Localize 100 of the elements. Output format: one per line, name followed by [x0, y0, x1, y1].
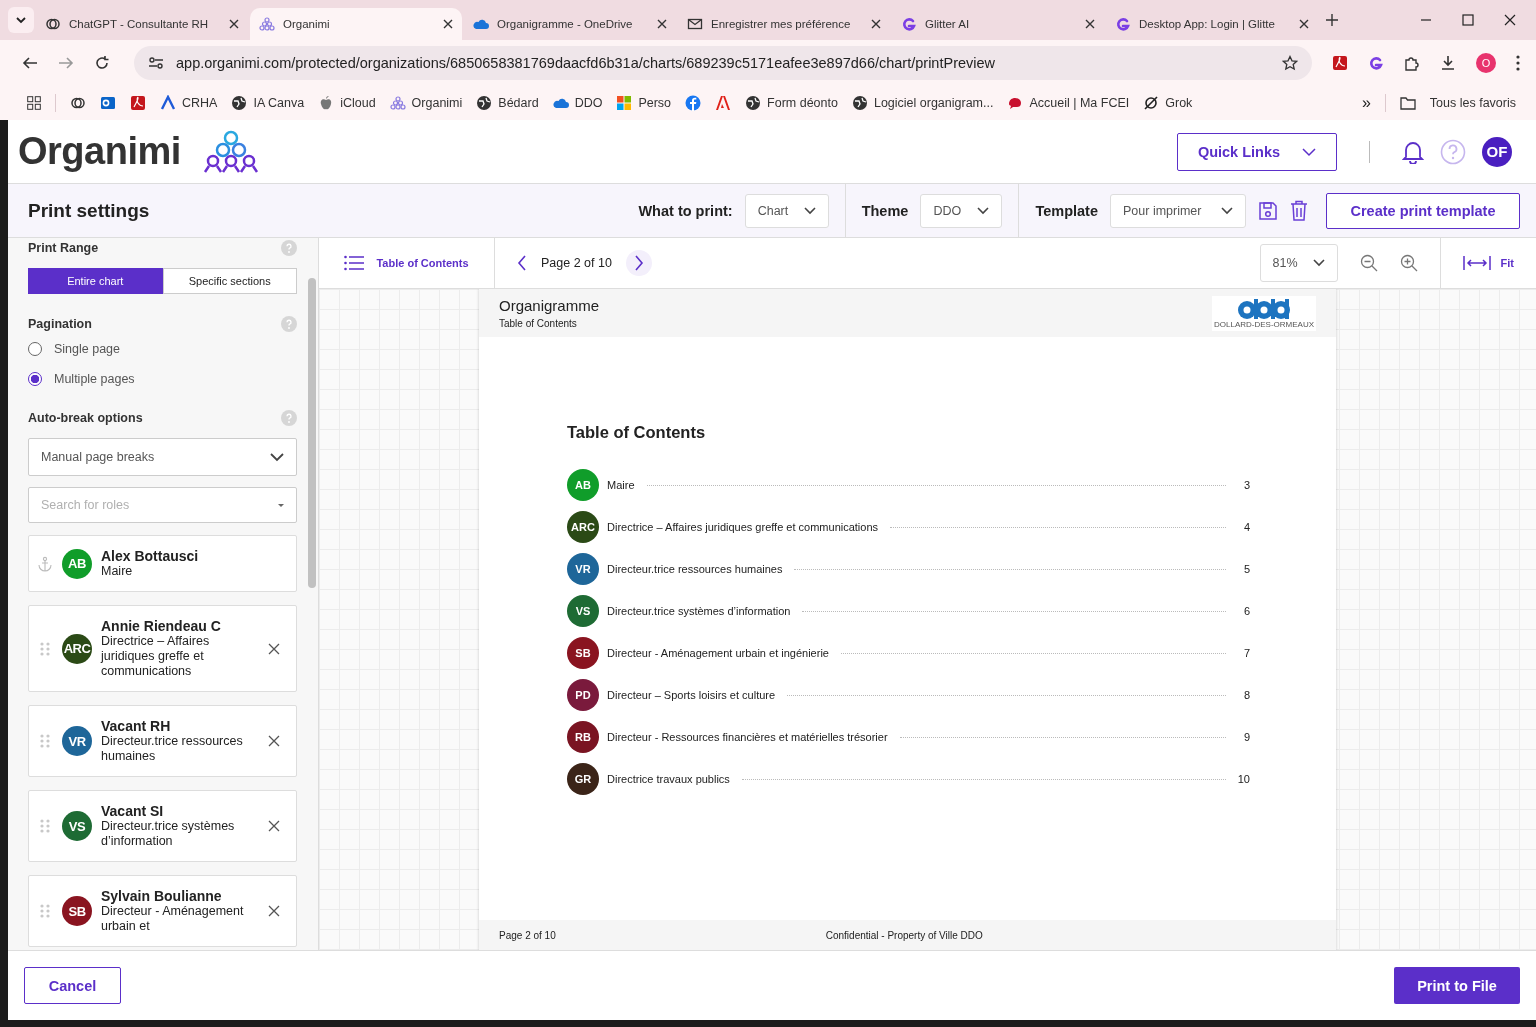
- bookmark[interactable]: iCloud: [340, 96, 376, 110]
- browser-tab[interactable]: Glitter AI: [892, 8, 1104, 40]
- download-icon[interactable]: [1440, 55, 1456, 71]
- auto-break-select[interactable]: Manual page breaks: [28, 438, 297, 476]
- field-label: Template: [1035, 202, 1098, 219]
- pyramid-icon: [389, 95, 406, 111]
- page-number: 5: [1242, 563, 1250, 575]
- save-icon[interactable]: [1258, 200, 1278, 221]
- new-tab-icon[interactable]: [1326, 14, 1338, 26]
- caret-icon: [1302, 146, 1317, 157]
- segment-button[interactable]: Specific sections: [162, 268, 297, 294]
- role-avatar: RB: [567, 721, 599, 753]
- close-icon[interactable]: [1504, 14, 1516, 26]
- forward-icon[interactable]: [58, 55, 74, 71]
- role-card[interactable]: AB Alex Bottausci Maire: [28, 535, 297, 592]
- trash-icon[interactable]: [1290, 199, 1308, 222]
- toc-entry[interactable]: Directeur - Ressources financières et matérielles trésorier: [607, 731, 888, 743]
- field-label: Theme: [861, 202, 909, 219]
- profile-avatar[interactable]: O: [1476, 53, 1496, 73]
- close-icon[interactable]: [1085, 19, 1095, 29]
- quick-links-button[interactable]: Quick Links: [1177, 132, 1337, 171]
- radio-button[interactable]: [28, 342, 42, 356]
- site-settings-icon[interactable]: [148, 55, 164, 71]
- segment-button[interactable]: Entire chart: [28, 268, 163, 294]
- caret-icon: [15, 14, 27, 26]
- browser-tab[interactable]: Desktop App: Login | Glitte: [1106, 8, 1318, 40]
- bookmark[interactable]: IA Canva: [253, 96, 305, 110]
- caret-icon: [270, 452, 284, 462]
- theme-select[interactable]: DDO: [920, 193, 1003, 228]
- reload-icon[interactable]: [94, 55, 110, 71]
- toc-entry[interactable]: Directeur.trice systèmes d’information: [607, 605, 791, 617]
- radio-label[interactable]: Multiple pages: [54, 372, 135, 386]
- create-template-button[interactable]: Create print template: [1326, 192, 1520, 229]
- role-name: Alex Bottausci: [101, 548, 200, 564]
- toc-entry[interactable]: Directeur - Aménagement urbain et ingénierie: [607, 647, 829, 659]
- next-page-button[interactable]: [625, 250, 652, 276]
- folder-icon[interactable]: [1399, 96, 1416, 110]
- radio-button[interactable]: [28, 372, 42, 386]
- role-title: Directrice – Affaires juridiques greffe et communications: [101, 634, 211, 679]
- page-number: 6: [1242, 605, 1250, 617]
- puzzle-icon[interactable]: [1404, 55, 1420, 71]
- bookmark[interactable]: CRHA: [182, 96, 218, 110]
- remove-icon[interactable]: [268, 642, 280, 655]
- template-select[interactable]: Pour imprimer: [1110, 193, 1246, 228]
- zoom-select[interactable]: 81%: [1259, 244, 1338, 282]
- user-avatar[interactable]: OF: [1482, 136, 1512, 167]
- chevron-right-icon: [633, 255, 644, 271]
- role-search-field[interactable]: Search for roles: [28, 487, 297, 523]
- browser-tab[interactable]: ChatGPT - Consultante RH: [36, 8, 248, 40]
- star-icon[interactable]: [1282, 55, 1298, 71]
- toc-entry[interactable]: Directeur – Sports loisirs et culture: [607, 689, 776, 701]
- back-icon[interactable]: [22, 55, 38, 71]
- pyramid-icon: [259, 16, 275, 32]
- toc-entry[interactable]: Directrice – Affaires juridiques greffe et communications: [607, 521, 879, 533]
- browser-tab[interactable]: Organimi: [250, 8, 462, 40]
- swirl-icon: [1368, 55, 1384, 71]
- close-icon[interactable]: [229, 19, 239, 29]
- more-icon[interactable]: [1516, 55, 1520, 71]
- cancel-button[interactable]: Cancel: [24, 967, 121, 1004]
- caret-icon: [803, 206, 816, 215]
- more-bookmarks[interactable]: »: [1361, 94, 1371, 112]
- print-button[interactable]: Print to File: [1394, 967, 1520, 1004]
- tab-list-button[interactable]: [8, 7, 34, 33]
- bookmark[interactable]: Perso: [638, 96, 672, 110]
- toc-entry[interactable]: Directeur.trice ressources humaines: [607, 563, 783, 575]
- zoom-in-icon[interactable]: [1399, 254, 1418, 272]
- section-label: Pagination: [28, 317, 92, 331]
- what-to-print-select[interactable]: Chart: [744, 193, 829, 228]
- bell-icon[interactable]: [1402, 139, 1424, 164]
- bookmark[interactable]: Logiciel organigram...: [873, 96, 994, 110]
- page-number: 7: [1242, 647, 1250, 659]
- bookmark[interactable]: Accueil | Ma FCEI: [1029, 96, 1130, 110]
- apps-grid-icon[interactable]: [27, 96, 41, 110]
- bookmark[interactable]: Form déonto: [767, 96, 838, 110]
- remove-icon[interactable]: [268, 820, 280, 832]
- close-icon[interactable]: [443, 19, 453, 29]
- role-card[interactable]: VS Vacant SI Directeur.trice systèmes d’information: [28, 790, 297, 862]
- caret-icon[interactable]: [277, 503, 285, 508]
- remove-icon[interactable]: [268, 905, 280, 917]
- browser-tab[interactable]: Enregistrer mes préférence: [678, 8, 890, 40]
- toc-entry[interactable]: Directrice travaux publics: [607, 773, 730, 785]
- bookmark[interactable]: Organimi: [411, 96, 463, 110]
- close-icon[interactable]: [1299, 19, 1309, 29]
- bookmark[interactable]: Bédard: [498, 96, 539, 110]
- previous-page-icon[interactable]: [517, 255, 527, 271]
- toc-entry[interactable]: Maire: [607, 479, 635, 491]
- browser-tab[interactable]: Organigramme - OneDrive: [464, 8, 676, 40]
- close-icon[interactable]: [871, 19, 881, 29]
- remove-icon[interactable]: [268, 735, 280, 747]
- maximize-icon[interactable]: [1462, 14, 1474, 26]
- role-card[interactable]: VR Vacant RH Directeur.trice ressources humaines: [28, 705, 297, 777]
- zoom-out-icon[interactable]: [1359, 254, 1378, 272]
- bookmark[interactable]: Tous les favoris: [1429, 96, 1516, 110]
- role-avatar: PD: [567, 679, 599, 711]
- bookmark[interactable]: Grok: [1165, 96, 1193, 110]
- close-icon[interactable]: [657, 19, 667, 29]
- radio-label[interactable]: Single page: [54, 342, 121, 356]
- role-card[interactable]: SB Sylvain Boulianne Directeur - Aménagement urbain et: [28, 875, 297, 947]
- bookmark[interactable]: DDO: [574, 96, 603, 110]
- address-bar[interactable]: app.organimi.com/protected/organizations/6850658381769daacfd6b31a/charts/689239c5171eafee3e897d66/chart/printPreview: [134, 46, 1312, 80]
